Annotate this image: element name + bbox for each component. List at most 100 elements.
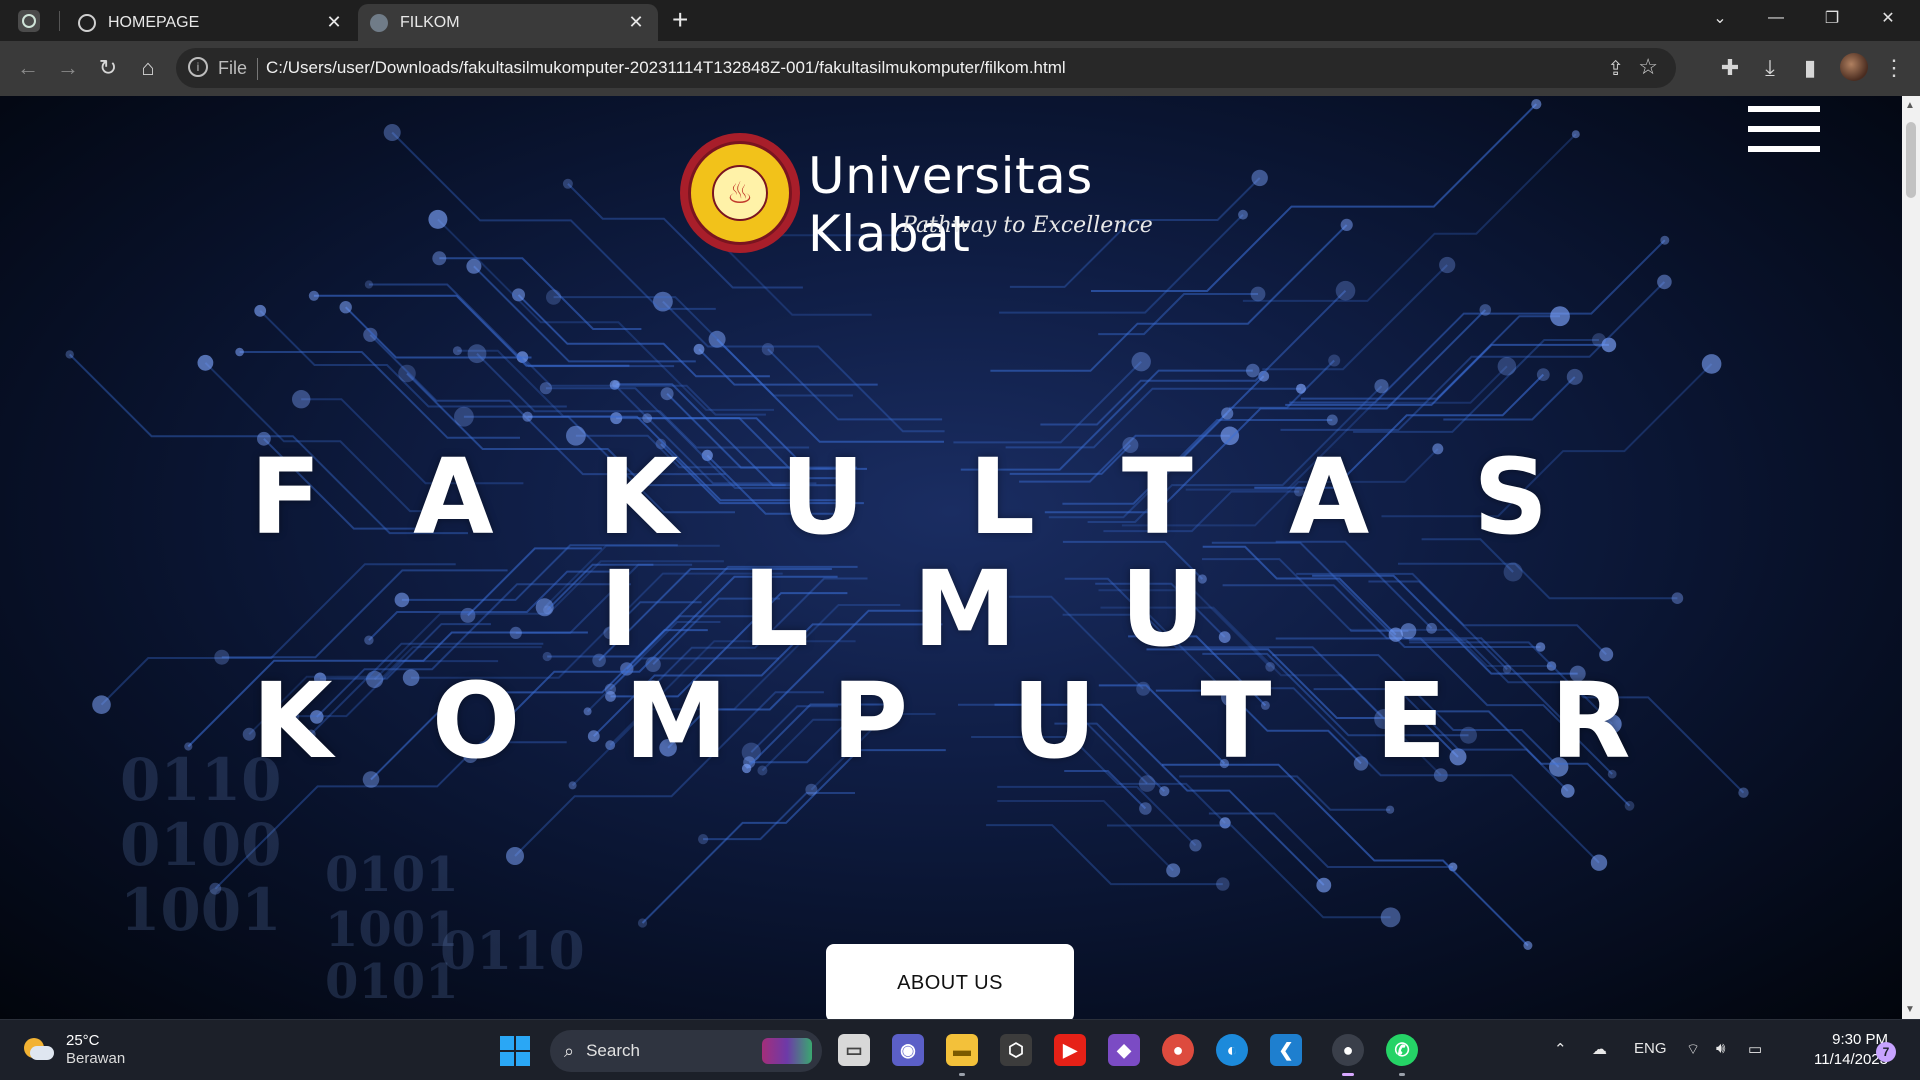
circuit-node (1671, 592, 1684, 604)
circuit-trace (716, 338, 944, 443)
page-scrollbar[interactable]: ▲ ▼ (1902, 96, 1920, 1019)
circuit-node (1590, 854, 1608, 871)
circuit-node (432, 251, 447, 266)
reload-icon[interactable]: ↻ (94, 54, 122, 82)
circuit-node (364, 635, 374, 645)
scroll-up-arrow-icon[interactable]: ▲ (1905, 100, 1915, 111)
circuit-node (506, 847, 524, 865)
youtube-icon[interactable]: ▶ (1054, 1034, 1086, 1066)
globe-icon (370, 13, 388, 32)
notification-badge[interactable]: 7 (1876, 1042, 1896, 1062)
circuit-node (562, 178, 573, 189)
back-arrow-icon[interactable]: ← (14, 54, 42, 82)
bookmark-star-icon[interactable]: ☆ (1638, 54, 1658, 80)
forward-arrow-icon[interactable]: → (54, 54, 82, 82)
extensions-puzzle-icon[interactable]: ✚ (1716, 54, 1744, 82)
circuit-node (1503, 562, 1523, 582)
url-text[interactable]: C:/Users/user/Downloads/fakultasilmukomp… (266, 58, 1066, 78)
brand-tagline: Pathway to Excellence (902, 213, 1153, 238)
tab-title: FILKOM (400, 13, 460, 31)
circuit-node (428, 209, 448, 229)
taskbar-clock[interactable]: 9:30 PM 11/14/2023 (1784, 1030, 1888, 1070)
chrome-icon[interactable]: ● (1162, 1034, 1194, 1066)
circuit-node (1189, 839, 1202, 852)
binary-digits: 0101 (325, 954, 459, 1010)
taskbar-search[interactable]: ⌕ Search (550, 1030, 822, 1072)
home-icon[interactable]: ⌂ (134, 54, 162, 82)
tab-search-chevron-icon[interactable]: ⌄ (1692, 0, 1748, 36)
circuit-node (1624, 800, 1635, 811)
windows-start-icon[interactable] (500, 1036, 530, 1066)
circuit-node (460, 607, 476, 623)
menu-kebab-icon[interactable]: ⋮ (1880, 54, 1908, 82)
edge-icon[interactable]: ◐ (1216, 1034, 1248, 1066)
circuit-node (509, 626, 522, 640)
hero-title-line-3: KOMPUTER (252, 660, 1735, 782)
circuit-node (693, 343, 705, 355)
whatsapp-icon[interactable]: ✆ (1386, 1034, 1418, 1076)
profile-avatar[interactable] (1840, 53, 1868, 81)
binary-digits: 0110 (440, 921, 585, 982)
circuit-trace (953, 360, 1142, 444)
volume-icon[interactable]: 🔊︎ (1716, 1040, 1725, 1057)
scroll-down-arrow-icon[interactable]: ▼ (1905, 1004, 1915, 1015)
vscode-icon[interactable]: ❮ (1270, 1034, 1302, 1066)
hero-title-line-2: ILMU (600, 548, 1309, 670)
cube-app-icon[interactable]: ⬡ (1000, 1034, 1032, 1066)
share-icon[interactable]: ⇪ (1607, 56, 1624, 81)
language-indicator[interactable]: ENG (1634, 1040, 1667, 1057)
address-bar[interactable]: i File C:/Users/user/Downloads/fakultasi… (176, 48, 1676, 88)
circuit-node (761, 343, 775, 356)
visual-studio-icon[interactable]: ◆ (1108, 1034, 1140, 1066)
address-separator (257, 58, 258, 80)
binary-digits: 1001 (325, 902, 459, 958)
file-explorer-icon[interactable]: ▬ (946, 1034, 978, 1076)
onedrive-cloud-icon[interactable]: ☁ (1592, 1040, 1607, 1058)
circuit-node (1221, 407, 1234, 420)
pinned-tab-app-icon[interactable] (18, 10, 40, 32)
close-window-button[interactable]: ✕ (1860, 0, 1916, 36)
circuit-node (1326, 414, 1338, 426)
weather-widget[interactable]: 25°C Berawan (22, 1032, 125, 1068)
circuit-node (394, 592, 410, 608)
download-icon[interactable]: ⤓ (1756, 54, 1784, 82)
minimize-button[interactable]: — (1748, 0, 1804, 36)
circuit-node (1159, 786, 1170, 797)
tab-homepage[interactable]: HOMEPAGE ✕ (66, 4, 356, 41)
circuit-trace (1107, 824, 1391, 919)
weather-temperature: 25°C (66, 1032, 100, 1049)
circuit-node (805, 783, 818, 796)
about-us-button[interactable]: ABOUT US (826, 944, 1074, 1019)
new-tab-button[interactable]: + (672, 6, 688, 34)
battery-icon[interactable]: ▭ (1748, 1040, 1762, 1058)
hamburger-menu-icon[interactable] (1748, 106, 1820, 152)
circuit-node (383, 124, 401, 141)
circuit-node (65, 350, 74, 359)
circuit-node (1296, 383, 1306, 394)
circuit-node (254, 304, 267, 317)
close-icon[interactable]: ✕ (324, 12, 344, 33)
side-panel-icon[interactable]: ▮ (1796, 54, 1824, 82)
binary-digits: 1001 (120, 876, 282, 944)
binary-digits: 0100 (120, 811, 282, 879)
circuit-node (1316, 877, 1332, 893)
circuit-trace (1398, 562, 1678, 600)
university-seal: ♨ (680, 133, 800, 253)
info-icon[interactable]: i (188, 57, 208, 77)
close-icon[interactable]: ✕ (626, 12, 646, 33)
tab-filkom[interactable]: FILKOM ✕ (358, 4, 658, 41)
clock-time: 9:30 PM (1832, 1031, 1888, 1048)
restore-button[interactable]: ❐ (1804, 0, 1860, 36)
university-logo[interactable]: ♨ Universitas Klabat Pathway to Excellen… (680, 133, 1220, 263)
circuit-node (1246, 363, 1260, 378)
windows-taskbar: 25°C Berawan ⌕ Search ▭ ◉ ▬ ⬡ ▶ ◆ ● ◐ ❮ … (0, 1019, 1920, 1080)
teams-chat-icon[interactable]: ◉ (892, 1034, 924, 1066)
circuit-node (235, 347, 244, 357)
chrome-profile-icon[interactable]: ● (1332, 1034, 1364, 1076)
circuit-node (610, 412, 623, 425)
task-view-icon[interactable]: ▭ (838, 1034, 870, 1066)
tray-chevron-up-icon[interactable]: ⌃ (1554, 1040, 1567, 1058)
wifi-icon[interactable]: ⌔ (1686, 1040, 1700, 1059)
scrollbar-thumb[interactable] (1906, 122, 1916, 198)
browser-tab-bar: HOMEPAGE ✕ FILKOM ✕ + ⌄ — ❐ ✕ (0, 0, 1920, 41)
